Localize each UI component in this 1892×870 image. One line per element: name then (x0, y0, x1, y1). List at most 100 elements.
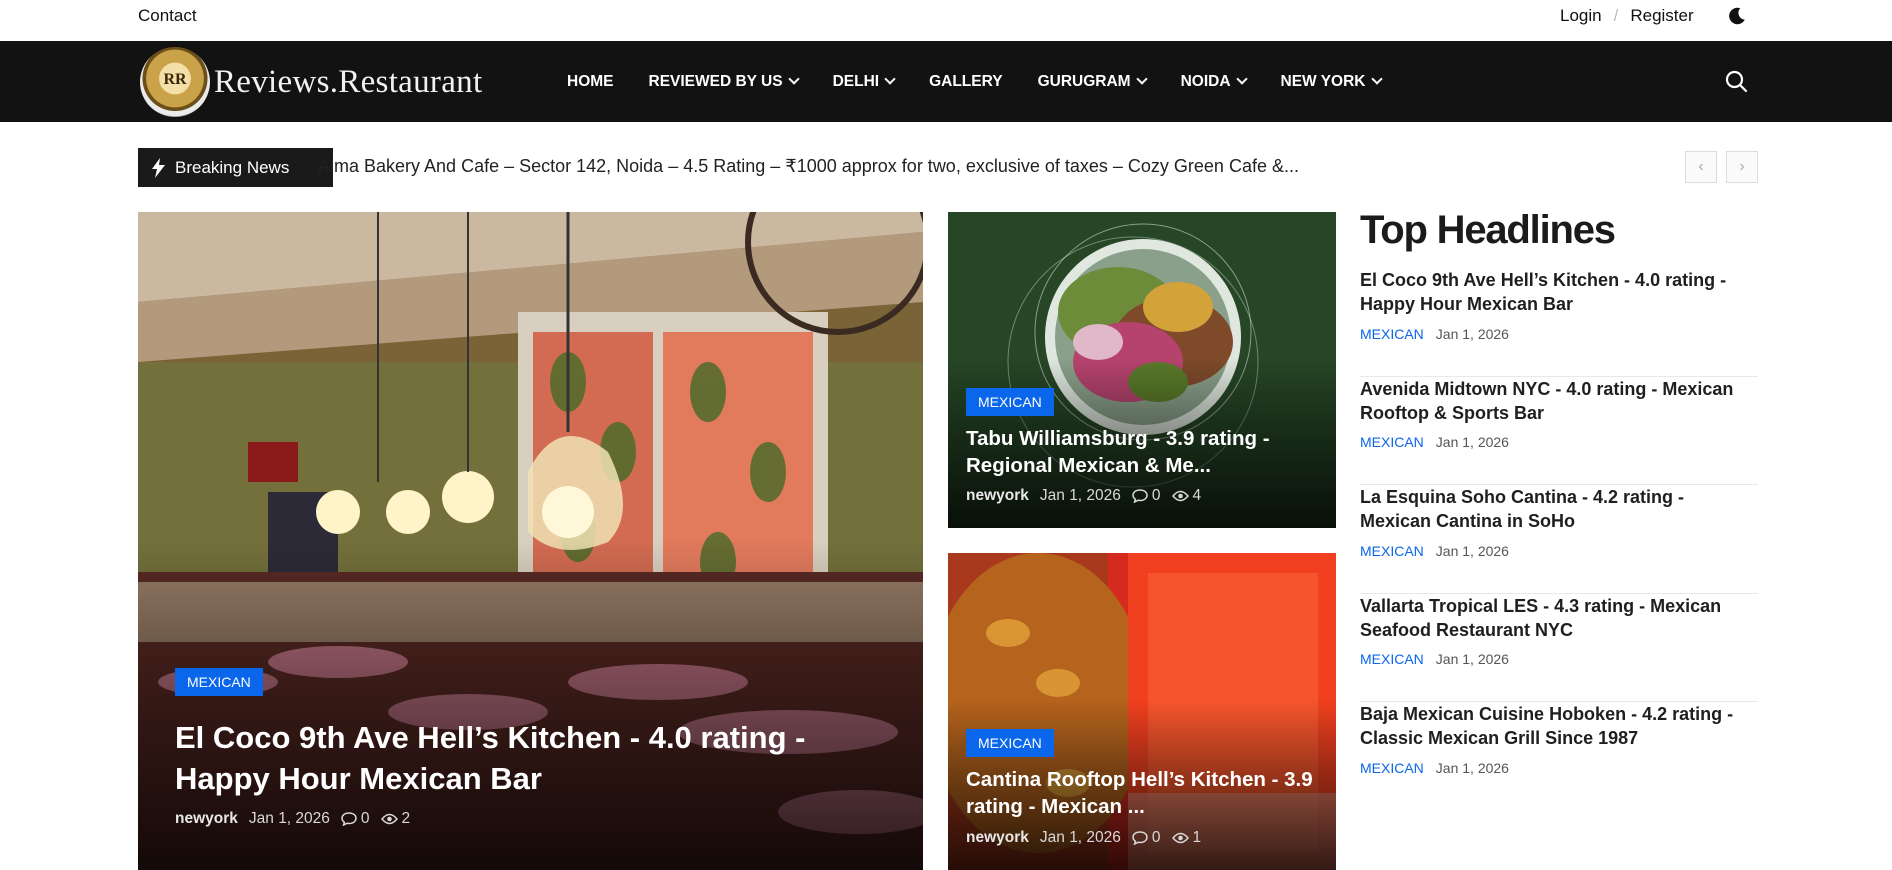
comment-count: 0 (1132, 487, 1161, 505)
headline-category[interactable]: MEXICAN (1360, 651, 1424, 667)
post-author[interactable]: newyork (966, 487, 1029, 505)
bolt-icon (152, 157, 165, 178)
featured-category-badge[interactable]: MEXICAN (175, 668, 263, 696)
nav-reviewed-label: REVIEWED BY US (648, 72, 783, 90)
logo-text: Reviews.Restaurant (214, 63, 483, 100)
side-post-card[interactable]: MEXICAN Cantina Rooftop Hell’s Kitchen -… (948, 553, 1336, 870)
contact-link[interactable]: Contact (138, 6, 197, 26)
side-post-title[interactable]: Tabu Williamsburg - 3.9 rating - Regiona… (966, 425, 1306, 480)
comment-icon (341, 812, 357, 826)
comment-count-value: 0 (360, 810, 370, 827)
headline-category[interactable]: MEXICAN (1360, 760, 1424, 776)
featured-post-card[interactable]: MEXICAN El Coco 9th Ave Hell’s Kitchen -… (138, 212, 923, 870)
post-date: Jan 1, 2026 (1039, 487, 1121, 504)
headline-item: El Coco 9th Ave Hell’s Kitchen - 4.0 rat… (1360, 268, 1758, 377)
side-post-meta: newyork Jan 1, 2026 0 4 (966, 487, 1201, 505)
auth-links: Login / Register (1560, 6, 1694, 26)
chevron-down-icon (1135, 73, 1148, 85)
nav-noida[interactable]: NOIDA (1180, 72, 1248, 91)
nav-gallery-label: GALLERY (929, 72, 1003, 90)
post-author[interactable]: newyork (966, 829, 1029, 847)
breaking-news-title: Breaking News (175, 157, 290, 177)
chevron-down-icon (787, 73, 800, 85)
headline-title[interactable]: El Coco 9th Ave Hell’s Kitchen - 4.0 rat… (1360, 268, 1758, 317)
main-navbar: RR Reviews.Restaurant HOME REVIEWED BY U… (0, 41, 1892, 122)
headline-title[interactable]: La Esquina Soho Cantina - 4.2 rating - M… (1360, 485, 1758, 534)
headline-meta: MEXICAN Jan 1, 2026 (1360, 651, 1758, 667)
headline-category[interactable]: MEXICAN (1360, 434, 1424, 450)
headline-title[interactable]: Baja Mexican Cuisine Hoboken - 4.2 ratin… (1360, 702, 1758, 751)
side-category-badge[interactable]: MEXICAN (966, 729, 1054, 757)
nav-delhi-label: DELHI (832, 72, 880, 90)
side-category-badge[interactable]: MEXICAN (966, 388, 1054, 416)
comment-count: 0 (341, 810, 370, 828)
headline-item: Baja Mexican Cuisine Hoboken - 4.2 ratin… (1360, 702, 1758, 811)
headline-item: La Esquina Soho Cantina - 4.2 rating - M… (1360, 485, 1758, 594)
nav-new-york-label: NEW YORK (1280, 72, 1366, 90)
nav-reviewed-by-us[interactable]: REVIEWED BY US (648, 72, 800, 91)
logo-badge: RR (140, 47, 210, 117)
headline-meta: MEXICAN Jan 1, 2026 (1360, 760, 1758, 776)
headline-title[interactable]: Avenida Midtown NYC - 4.0 rating - Mexic… (1360, 377, 1758, 426)
headline-meta: MEXICAN Jan 1, 2026 (1360, 326, 1758, 342)
top-headlines-list: El Coco 9th Ave Hell’s Kitchen - 4.0 rat… (1360, 268, 1758, 811)
featured-post-meta: newyork Jan 1, 2026 0 2 (175, 810, 410, 828)
comment-icon (1132, 831, 1148, 845)
nav-new-york[interactable]: NEW YORK (1280, 72, 1383, 91)
breaking-next-button[interactable]: › (1726, 151, 1758, 183)
eye-icon (380, 813, 398, 825)
view-count: 2 (380, 810, 410, 828)
nav-home-label: HOME (567, 72, 614, 90)
headline-meta: MEXICAN Jan 1, 2026 (1360, 543, 1758, 559)
comment-count-value: 0 (1151, 487, 1161, 504)
headline-meta: MEXICAN Jan 1, 2026 (1360, 434, 1758, 450)
post-date: Jan 1, 2026 (1039, 829, 1121, 846)
chevron-down-icon (1235, 73, 1248, 85)
primary-nav: HOME REVIEWED BY US DELHI GALLERY GURUGR… (567, 41, 1416, 122)
breaking-news-label: Breaking News (138, 148, 333, 187)
top-headlines-title: Top Headlines (1360, 208, 1616, 252)
register-link[interactable]: Register (1630, 6, 1693, 26)
headline-date: Jan 1, 2026 (1435, 759, 1509, 776)
headline-category[interactable]: MEXICAN (1360, 326, 1424, 342)
headline-category[interactable]: MEXICAN (1360, 543, 1424, 559)
comment-icon (1132, 489, 1148, 503)
view-count: 4 (1171, 487, 1202, 505)
comment-count: 0 (1132, 829, 1161, 847)
side-post-title[interactable]: Cantina Rooftop Hell’s Kitchen - 3.9 rat… (966, 766, 1326, 821)
nav-noida-label: NOIDA (1180, 72, 1231, 90)
eye-icon (1171, 832, 1189, 844)
eye-icon (1171, 490, 1189, 502)
breaking-news-headline[interactable]: Alma Bakery And Cafe – Sector 142, Noida… (318, 156, 1458, 177)
site-logo[interactable]: RR Reviews.Restaurant (140, 47, 482, 117)
headline-title[interactable]: Vallarta Tropical LES - 4.3 rating - Mex… (1360, 594, 1758, 643)
view-count-value: 1 (1192, 829, 1202, 846)
breaking-news-bar: Breaking News Alma Bakery And Cafe – Sec… (138, 148, 1758, 188)
post-author[interactable]: newyork (175, 810, 238, 828)
chevron-right-icon: › (1739, 158, 1745, 175)
moon-icon[interactable] (1726, 5, 1748, 27)
headline-date: Jan 1, 2026 (1435, 651, 1509, 668)
chevron-down-icon (1370, 73, 1383, 85)
logo-badge-text: RR (163, 71, 187, 88)
search-icon[interactable] (1724, 69, 1748, 93)
featured-post-title[interactable]: El Coco 9th Ave Hell’s Kitchen - 4.0 rat… (175, 717, 835, 799)
headline-item: Avenida Midtown NYC - 4.0 rating - Mexic… (1360, 377, 1758, 485)
nav-delhi[interactable]: DELHI (832, 72, 896, 91)
top-bar: Contact Login / Register (0, 0, 1892, 41)
nav-home[interactable]: HOME (567, 73, 614, 91)
comment-count-value: 0 (1151, 829, 1161, 846)
breaking-prev-button[interactable]: ‹ (1685, 151, 1717, 183)
nav-gurugram[interactable]: GURUGRAM (1037, 72, 1148, 91)
view-count: 1 (1171, 829, 1202, 847)
nav-gallery[interactable]: GALLERY (929, 73, 1002, 91)
headline-item: Vallarta Tropical LES - 4.3 rating - Mex… (1360, 594, 1758, 702)
chevron-down-icon (884, 73, 896, 85)
view-count-value: 4 (1192, 487, 1202, 504)
headline-date: Jan 1, 2026 (1435, 325, 1509, 342)
nav-gurugram-label: GURUGRAM (1037, 72, 1131, 90)
headline-date: Jan 1, 2026 (1435, 542, 1509, 559)
headline-date: Jan 1, 2026 (1435, 434, 1509, 451)
login-link[interactable]: Login (1560, 6, 1602, 26)
side-post-card[interactable]: MEXICAN Tabu Williamsburg - 3.9 rating -… (948, 212, 1336, 528)
